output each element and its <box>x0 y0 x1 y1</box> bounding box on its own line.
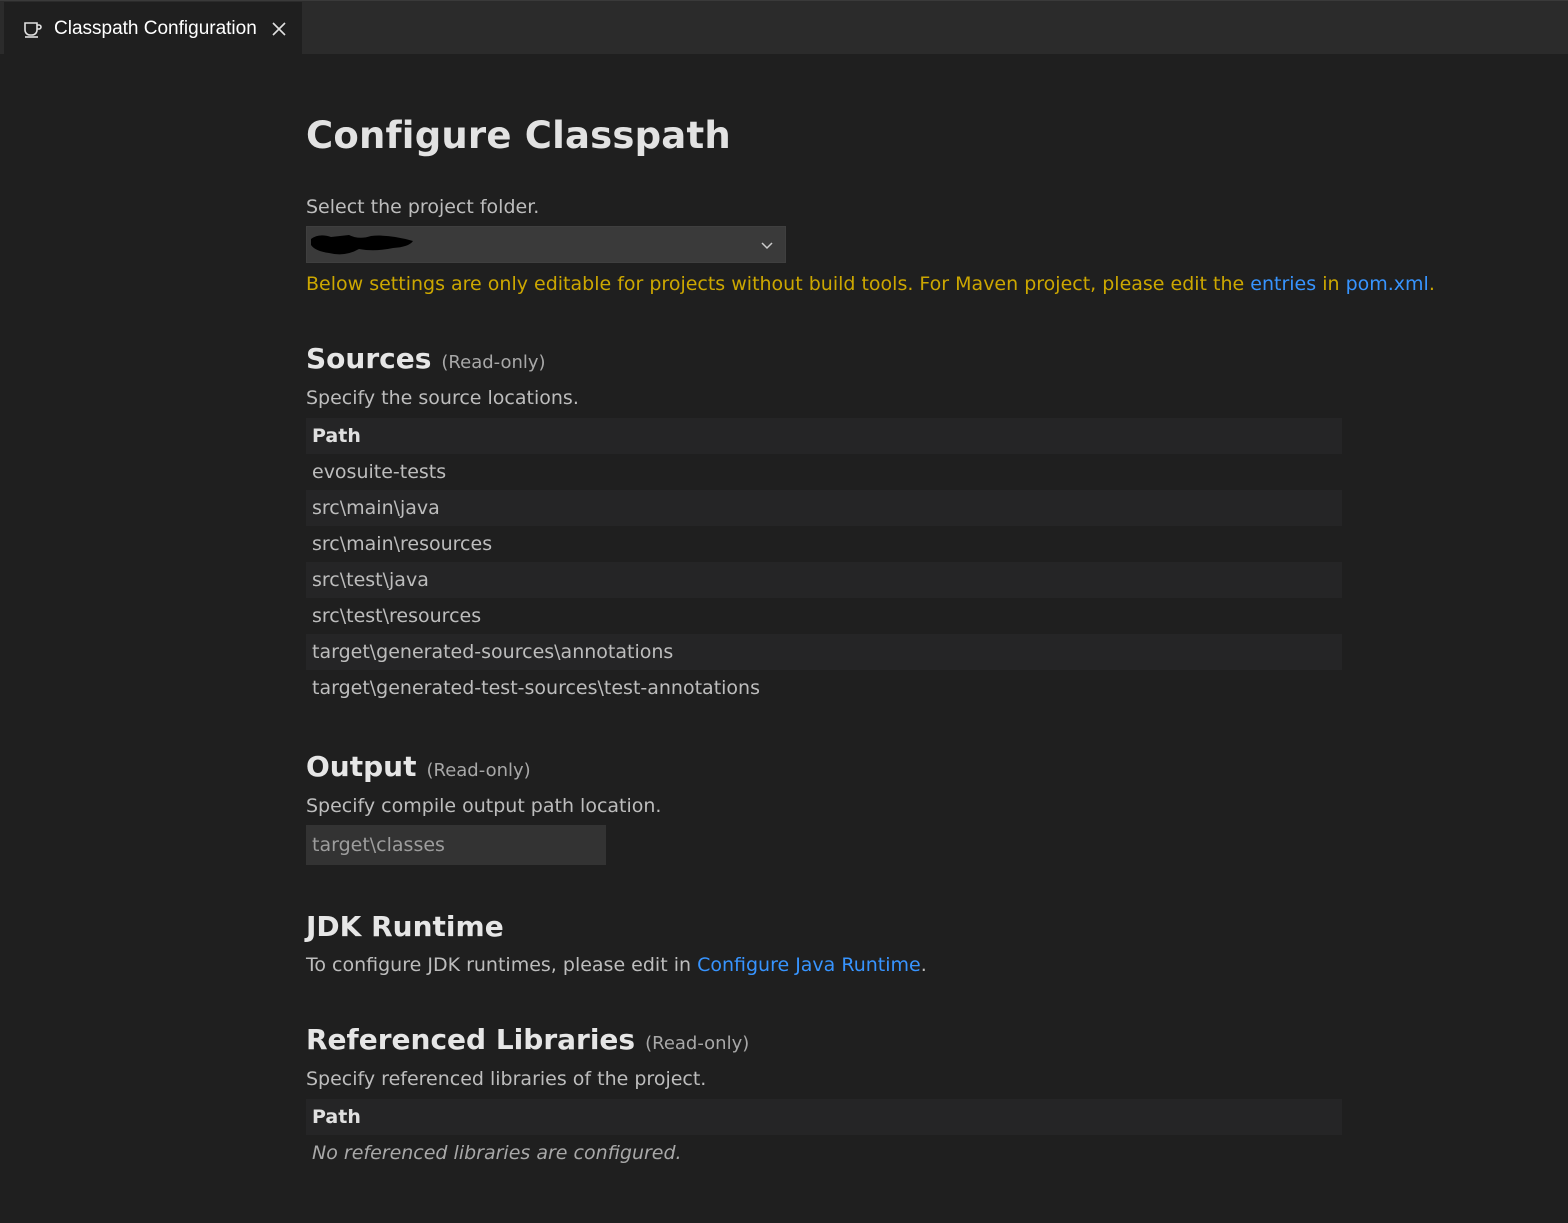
jdk-suffix: . <box>920 954 927 976</box>
sources-table: Path evosuite-tests src\main\java src\ma… <box>306 418 1342 706</box>
jdk-title: JDK Runtime <box>306 910 504 943</box>
sources-heading: Sources (Read-only) <box>306 342 546 375</box>
select-label: Select the project folder. <box>306 196 540 218</box>
output-path-field: target\classes <box>306 825 606 865</box>
libraries-table: Path No referenced libraries are configu… <box>306 1099 1342 1171</box>
libraries-heading: Referenced Libraries (Read-only) <box>306 1023 749 1056</box>
sources-readonly-tag: (Read-only) <box>441 352 546 373</box>
project-folder-select[interactable] <box>306 226 786 263</box>
page-title: Configure Classpath <box>306 114 731 157</box>
pom-xml-link[interactable]: pom.xml <box>1346 273 1429 295</box>
libraries-title: Referenced Libraries <box>306 1023 636 1056</box>
table-row: src\main\resources <box>312 533 493 555</box>
sources-title: Sources <box>306 342 432 375</box>
table-row: target\generated-sources\annotations <box>306 634 1342 670</box>
table-row: evosuite-tests <box>312 461 447 483</box>
configure-java-runtime-link[interactable]: Configure Java Runtime <box>697 954 921 976</box>
chevron-down-icon <box>759 237 775 253</box>
output-readonly-tag: (Read-only) <box>426 760 531 781</box>
sources-description: Specify the source locations. <box>306 387 579 409</box>
table-row: src\test\resources <box>312 605 482 627</box>
libraries-empty-message: No referenced libraries are configured. <box>312 1142 682 1164</box>
redacted-project-name <box>309 231 419 263</box>
tab-bar: Classpath Configuration <box>0 0 1568 55</box>
output-description: Specify compile output path location. <box>306 795 662 817</box>
build-tool-warning: Below settings are only editable for pro… <box>306 273 1435 295</box>
sources-table-header: Path <box>306 418 1342 454</box>
entries-link[interactable]: entries <box>1250 273 1316 295</box>
table-row: target\generated-test-sources\test-annot… <box>312 677 760 699</box>
warning-middle: in <box>1316 273 1346 295</box>
table-row: src\test\java <box>306 562 1342 598</box>
close-icon[interactable] <box>269 19 289 39</box>
warning-suffix: . <box>1428 273 1435 295</box>
output-heading: Output (Read-only) <box>306 750 531 783</box>
libraries-table-header: Path <box>306 1099 1342 1135</box>
output-title: Output <box>306 750 417 783</box>
warning-prefix: Below settings are only editable for pro… <box>306 273 1251 295</box>
jdk-prefix: To configure JDK runtimes, please edit i… <box>306 954 698 976</box>
tab-classpath-configuration[interactable]: Classpath Configuration <box>4 2 302 55</box>
libraries-description: Specify referenced libraries of the proj… <box>306 1068 707 1090</box>
jdk-description: To configure JDK runtimes, please edit i… <box>306 954 927 976</box>
libraries-readonly-tag: (Read-only) <box>645 1033 750 1054</box>
tab-label: Classpath Configuration <box>54 17 257 39</box>
jdk-heading: JDK Runtime <box>306 910 504 943</box>
table-row: src\main\java <box>306 490 1342 526</box>
coffee-cup-icon <box>22 18 44 40</box>
